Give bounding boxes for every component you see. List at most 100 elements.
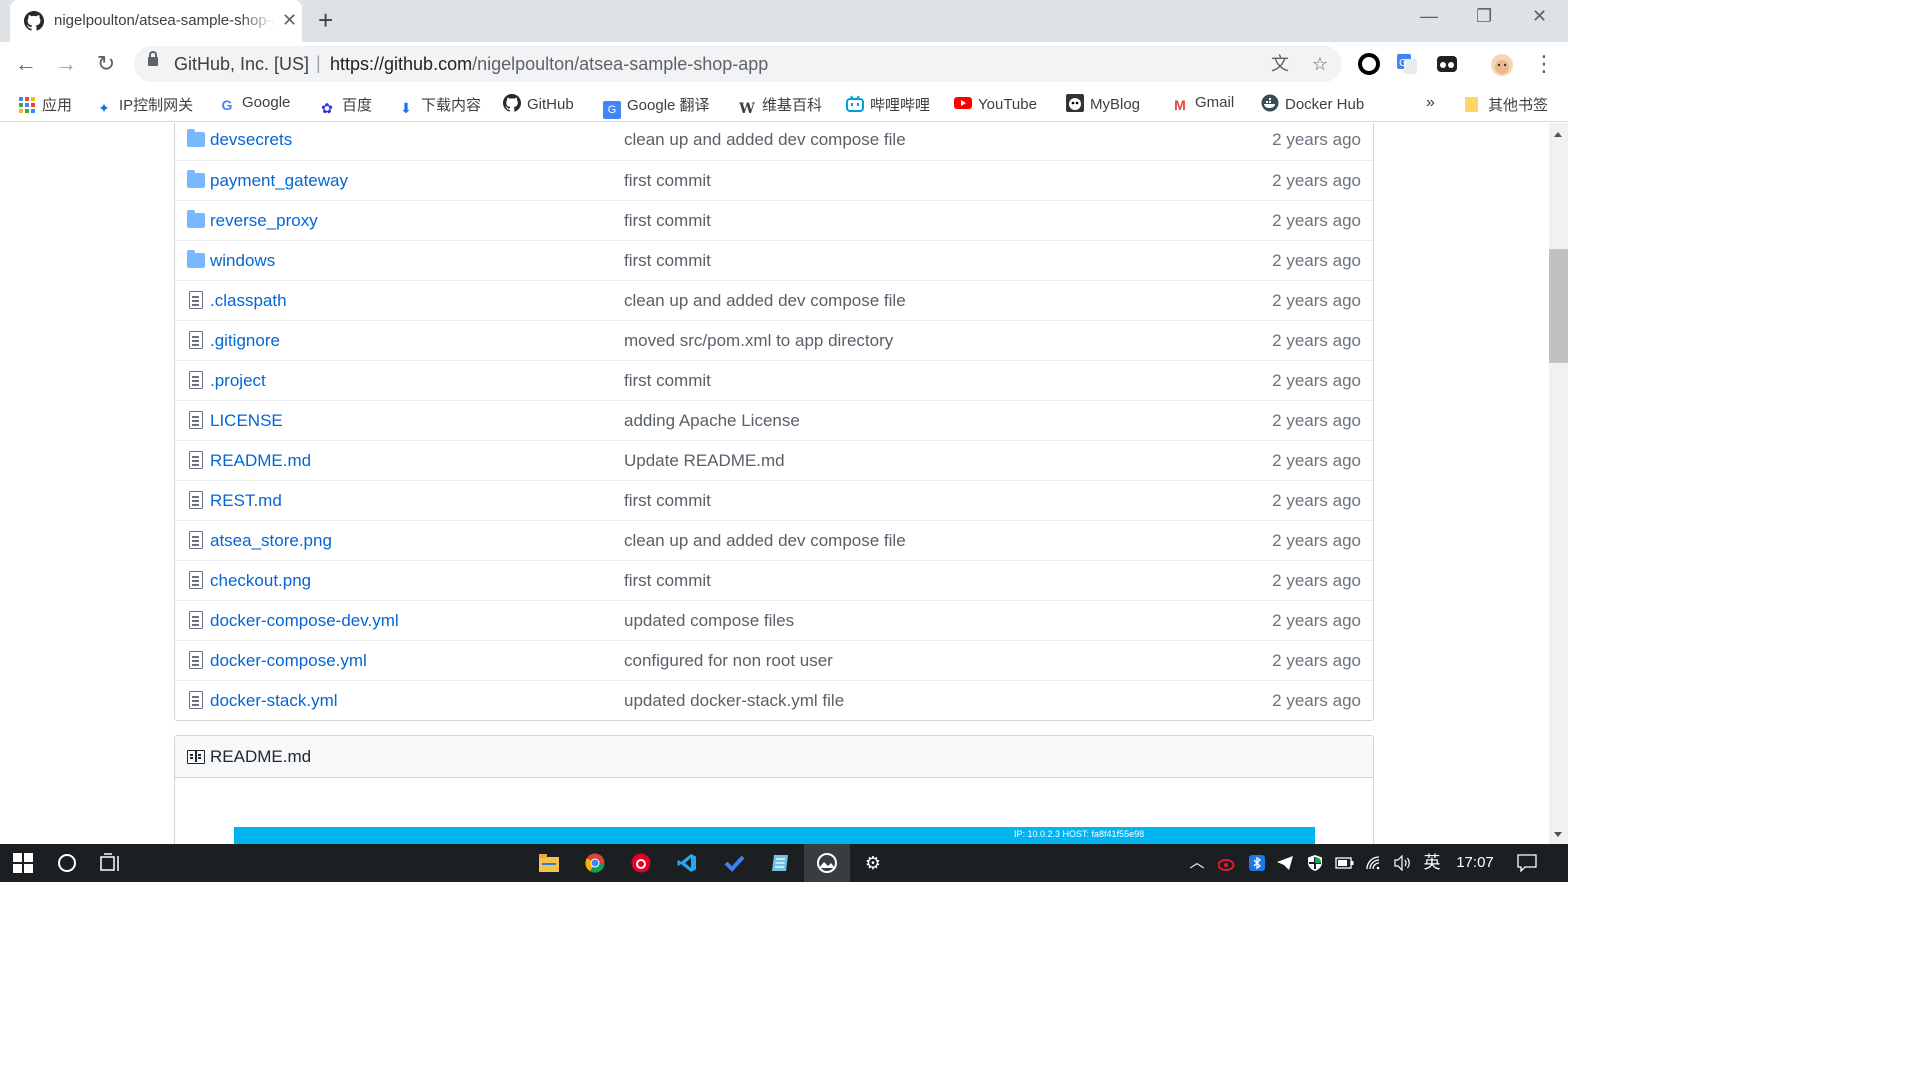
file-row[interactable]: atsea_store.png clean up and added dev co… (175, 520, 1373, 560)
cortana-search-icon[interactable] (44, 844, 90, 882)
page-scrollbar[interactable] (1549, 123, 1568, 844)
commit-message-link[interactable]: clean up and added dev compose file (624, 130, 906, 150)
volume-tray-icon[interactable] (1392, 844, 1414, 882)
file-row[interactable]: .classpath clean up and added dev compose… (175, 280, 1373, 320)
browser-tab-active[interactable]: nigelpoulton/atsea-sample-shop-app ✕ (10, 0, 302, 42)
file-row[interactable]: docker-compose.yml configured for non roo… (175, 640, 1373, 680)
file-link[interactable]: docker-compose.yml (210, 651, 367, 671)
file-link[interactable]: .gitignore (210, 331, 280, 351)
file-row[interactable]: docker-compose-dev.yml updated compose fi… (175, 600, 1373, 640)
file-link[interactable]: REST.md (210, 491, 282, 511)
file-link[interactable]: atsea_store.png (210, 531, 332, 551)
other-bookmarks-folder[interactable]: 其他书签 (1464, 94, 1548, 116)
reload-icon[interactable]: ↻ (92, 50, 120, 78)
battery-tray-icon[interactable] (1334, 844, 1356, 882)
file-row[interactable]: .gitignore moved src/pom.xml to app direc… (175, 320, 1373, 360)
address-bar[interactable]: GitHub, Inc. [US] | https://github.com/n… (134, 46, 1342, 82)
bookmark-downloads[interactable]: ⬇ 下载内容 (397, 94, 481, 116)
url-text[interactable]: https://github.com/nigelpoulton/atsea-sa… (330, 54, 768, 75)
file-row[interactable]: .project first commit 2 years ago (175, 360, 1373, 400)
folder-link[interactable]: reverse_proxy (210, 211, 318, 231)
commit-message-link[interactable]: first commit (624, 211, 711, 231)
file-row[interactable]: devsecrets clean up and added dev compose… (175, 123, 1373, 160)
incognito-extension-icon[interactable] (1436, 53, 1458, 75)
bookmark-baidu[interactable]: ✿ 百度 (318, 94, 372, 116)
forward-arrow-icon[interactable]: → (52, 50, 80, 78)
todo-app-icon[interactable] (711, 844, 757, 882)
taskbar-clock[interactable]: 17:07 (1450, 844, 1500, 882)
bookmark-myblog[interactable]: MyBlog (1066, 94, 1140, 116)
commit-message-link[interactable]: clean up and added dev compose file (624, 291, 906, 311)
telegram-tray-icon[interactable] (1274, 844, 1296, 882)
google-translate-extension-icon[interactable]: G (1396, 53, 1418, 75)
bookmark-bilibili[interactable]: 哔哩哔哩 (846, 94, 930, 116)
folder-link[interactable]: devsecrets (210, 130, 292, 150)
task-view-icon[interactable] (88, 844, 134, 882)
bookmark-google-translate[interactable]: G Google 翻译 (603, 94, 710, 119)
commit-message-link[interactable]: first commit (624, 491, 711, 511)
profile-avatar[interactable] (1490, 53, 1513, 76)
commit-message-link[interactable]: first commit (624, 571, 711, 591)
show-hidden-icons-chevron[interactable]: ︿ (1186, 844, 1208, 882)
notes-app-icon[interactable] (758, 844, 804, 882)
bookmark-github[interactable]: GitHub (503, 94, 574, 116)
windows-start-icon[interactable] (0, 844, 46, 882)
security-shield-tray-icon[interactable] (1304, 844, 1326, 882)
bookmark-docker-hub[interactable]: Docker Hub (1261, 94, 1364, 116)
file-link[interactable]: .classpath (210, 291, 287, 311)
wifi-tray-icon[interactable] (1364, 844, 1386, 882)
file-row[interactable]: LICENSE adding Apache License 2 years ago (175, 400, 1373, 440)
bookmark-google[interactable]: G Google (218, 94, 291, 116)
input-method-indicator[interactable]: 英 (1420, 844, 1444, 882)
bookmark-gmail[interactable]: M Gmail (1171, 94, 1234, 116)
back-arrow-icon[interactable]: ← (12, 50, 40, 78)
file-link[interactable]: .project (210, 371, 266, 391)
bookmark-star-icon[interactable]: ☆ (1310, 54, 1330, 74)
commit-message-link[interactable]: updated docker-stack.yml file (624, 691, 844, 711)
bookmark-ip-gateway[interactable]: ✦ IP控制网关 (95, 94, 193, 116)
file-link[interactable]: docker-stack.yml (210, 691, 338, 711)
restore-window-icon[interactable]: ❐ (1476, 6, 1492, 27)
new-tab-button[interactable]: + (318, 6, 333, 34)
bookmark-youtube[interactable]: YouTube (954, 94, 1037, 116)
file-row[interactable]: README.md Update README.md 2 years ago (175, 440, 1373, 480)
commit-message-link[interactable]: moved src/pom.xml to app directory (624, 331, 893, 351)
minimize-window-icon[interactable]: — (1420, 6, 1438, 27)
extension-circle-icon[interactable] (1358, 53, 1380, 75)
commit-message-link[interactable]: first commit (624, 171, 711, 191)
scrollbar-thumb[interactable] (1549, 249, 1568, 363)
file-link[interactable]: docker-compose-dev.yml (210, 611, 399, 631)
file-row[interactable]: payment_gateway first commit 2 years ago (175, 160, 1373, 200)
scroll-up-arrow-icon[interactable] (1554, 132, 1562, 137)
bookmarks-overflow-button[interactable]: » (1426, 94, 1435, 116)
commit-message-link[interactable]: clean up and added dev compose file (624, 531, 906, 551)
commit-message-link[interactable]: adding Apache License (624, 411, 800, 431)
file-explorer-icon[interactable] (526, 844, 572, 882)
folder-link[interactable]: payment_gateway (210, 171, 348, 191)
settings-gear-icon[interactable]: ⚙ (850, 844, 896, 882)
bookmark-apps[interactable]: 应用 (18, 94, 72, 116)
close-window-icon[interactable]: ✕ (1532, 6, 1547, 27)
action-center-icon[interactable] (1512, 844, 1542, 882)
file-link[interactable]: LICENSE (210, 411, 283, 431)
chrome-menu-icon[interactable]: ⋮ (1530, 50, 1558, 78)
file-row[interactable]: checkout.png first commit 2 years ago (175, 560, 1373, 600)
lock-icon[interactable] (148, 51, 158, 66)
file-link[interactable]: README.md (210, 451, 311, 471)
file-row[interactable]: windows first commit 2 years ago (175, 240, 1373, 280)
photos-app-icon[interactable] (804, 844, 850, 882)
netease-music-icon[interactable] (618, 844, 664, 882)
commit-message-link[interactable]: configured for non root user (624, 651, 833, 671)
bluetooth-tray-icon[interactable] (1246, 844, 1268, 882)
commit-message-link[interactable]: first commit (624, 251, 711, 271)
tab-close-icon[interactable]: ✕ (282, 10, 297, 30)
chrome-taskbar-icon[interactable] (572, 844, 618, 882)
file-row[interactable]: docker-stack.yml updated docker-stack.yml… (175, 680, 1373, 720)
file-link[interactable]: checkout.png (210, 571, 311, 591)
translate-page-icon[interactable]: 文 (1270, 54, 1290, 74)
file-row[interactable]: REST.md first commit 2 years ago (175, 480, 1373, 520)
weibo-tray-icon[interactable] (1216, 844, 1238, 882)
folder-link[interactable]: windows (210, 251, 275, 271)
scroll-down-arrow-icon[interactable] (1554, 832, 1562, 837)
vscode-icon[interactable] (664, 844, 710, 882)
